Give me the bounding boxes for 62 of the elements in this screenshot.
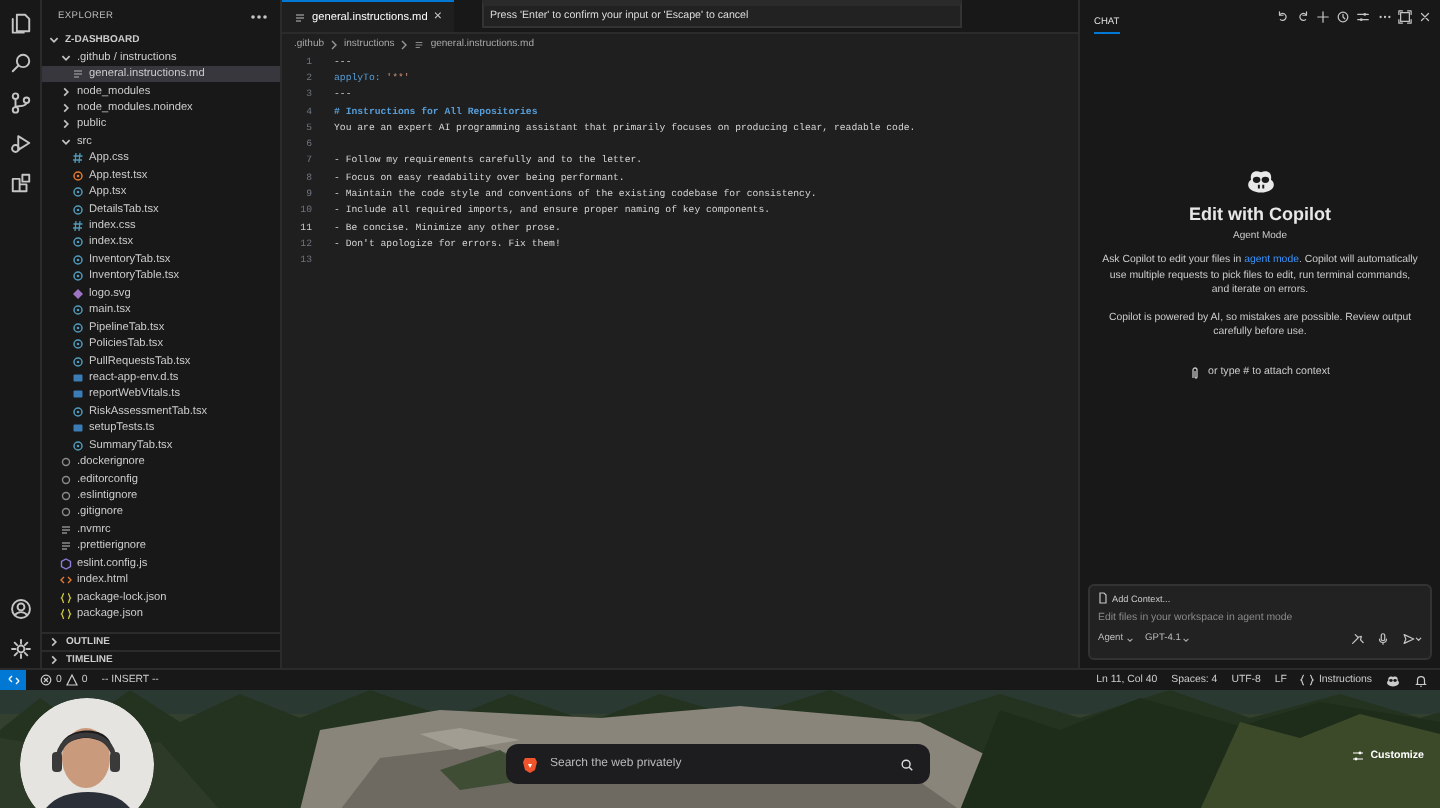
warning-icon — [65, 674, 78, 686]
remote-button[interactable] — [0, 670, 26, 690]
chat-title: Edit with Copilot — [1189, 204, 1331, 224]
remote-icon — [7, 674, 19, 686]
microphone-icon[interactable] — [1376, 632, 1390, 646]
bell-icon[interactable] — [1414, 673, 1428, 687]
lines-icon — [294, 11, 306, 23]
file-icon — [1098, 592, 1108, 604]
redo-icon[interactable] — [1295, 9, 1310, 23]
paperclip-icon — [1190, 365, 1201, 379]
close-icon[interactable] — [1418, 9, 1432, 23]
hash-icon — [72, 220, 84, 233]
lines-icon — [414, 39, 425, 49]
braces-icon — [1300, 674, 1315, 686]
chevron-icon[interactable] — [60, 101, 72, 114]
branch-icon[interactable] — [9, 92, 31, 114]
code-icon — [60, 574, 72, 587]
undo-icon[interactable] — [1275, 9, 1290, 23]
maximize-icon[interactable] — [1397, 9, 1412, 23]
square-icon — [72, 422, 84, 435]
search-icon[interactable] — [9, 52, 31, 74]
chevron-icon[interactable] — [48, 34, 60, 47]
chevron-icon — [330, 39, 339, 49]
sliders-icon[interactable] — [1356, 9, 1371, 23]
files-icon[interactable] — [9, 12, 31, 34]
circle-icon — [60, 490, 72, 503]
chevron-icon[interactable] — [60, 135, 72, 148]
lines-icon — [60, 523, 72, 536]
hexagon-icon — [60, 557, 72, 570]
account-icon[interactable] — [9, 598, 31, 620]
goggles-icon — [1245, 168, 1275, 194]
more-icon[interactable] — [250, 13, 268, 19]
plus-icon[interactable] — [1316, 9, 1331, 23]
diamond-icon — [72, 287, 84, 300]
ring-icon — [72, 439, 84, 452]
tools-icon[interactable] — [1350, 632, 1364, 646]
lines-icon — [60, 540, 72, 553]
chevron-icon — [400, 39, 409, 49]
braces-icon — [60, 608, 72, 621]
square-icon — [72, 388, 84, 401]
settings-icon[interactable] — [9, 638, 31, 660]
chevron-icon[interactable] — [60, 51, 72, 64]
circle-icon — [60, 506, 72, 519]
goggles-icon[interactable] — [1386, 673, 1400, 687]
lines-icon — [72, 68, 84, 81]
error-icon — [40, 674, 52, 686]
extensions-icon[interactable] — [9, 172, 31, 194]
circle-icon — [60, 473, 72, 486]
chevron-icon[interactable] — [48, 654, 60, 666]
chevron-icon[interactable] — [60, 118, 72, 131]
chevron-icon[interactable] — [60, 85, 72, 98]
circle-icon — [60, 456, 72, 469]
square-icon — [72, 371, 84, 384]
chevron-icon[interactable] — [48, 636, 60, 648]
caret-icon — [1125, 635, 1134, 643]
ring-icon — [72, 405, 84, 418]
hash-icon — [72, 152, 84, 165]
send-icon[interactable] — [1402, 632, 1422, 646]
run-debug-icon[interactable] — [9, 132, 31, 154]
caret-icon — [1182, 635, 1191, 643]
braces-icon — [60, 591, 72, 604]
history-icon[interactable] — [1336, 9, 1351, 23]
